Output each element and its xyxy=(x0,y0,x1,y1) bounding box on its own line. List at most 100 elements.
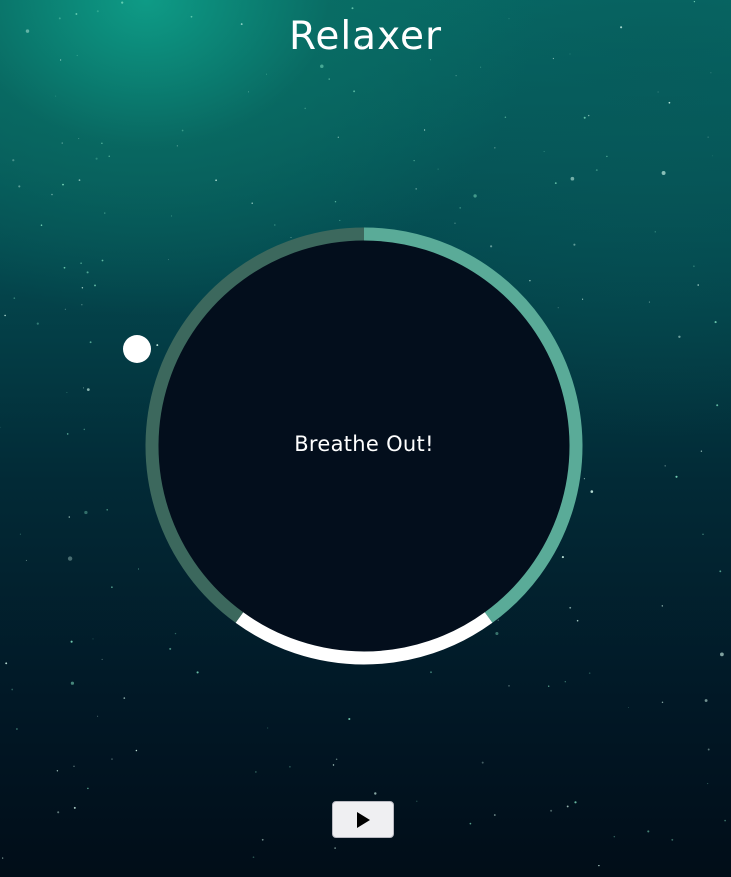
star-speck xyxy=(101,658,103,660)
star-speck xyxy=(251,202,253,204)
star-speck xyxy=(73,806,76,809)
star-speck xyxy=(693,0,696,3)
star-speck xyxy=(267,727,269,729)
star-speck xyxy=(424,129,426,131)
star-speck xyxy=(261,838,264,841)
ring-pointer xyxy=(123,335,151,363)
star-speck xyxy=(25,559,27,561)
star-speck xyxy=(36,322,39,325)
star-speck xyxy=(413,160,415,162)
star-speck xyxy=(415,188,418,190)
play-icon xyxy=(357,812,370,828)
star-speck xyxy=(710,72,712,74)
star-speck xyxy=(590,490,594,493)
star-speck xyxy=(430,671,432,674)
star-speck xyxy=(332,764,335,766)
star-speck xyxy=(4,314,6,317)
star-speck xyxy=(111,758,113,760)
star-speck xyxy=(97,715,99,717)
star-speck xyxy=(339,219,341,221)
star-speck xyxy=(700,450,703,452)
star-speck xyxy=(564,681,566,683)
star-speck xyxy=(96,10,99,13)
star-speck xyxy=(252,856,255,859)
star-speck xyxy=(87,787,89,790)
star-speck xyxy=(351,7,354,10)
star-speck xyxy=(654,231,656,233)
star-speck xyxy=(111,586,113,588)
star-speck xyxy=(707,783,709,785)
star-speck xyxy=(78,179,81,181)
star-speck xyxy=(454,222,456,224)
star-speck xyxy=(473,194,477,198)
star-speck xyxy=(714,321,717,324)
star-speck xyxy=(704,699,708,702)
star-speck xyxy=(304,107,306,110)
star-speck xyxy=(648,301,650,303)
star-speck xyxy=(13,297,16,299)
star-speck xyxy=(55,95,57,97)
star-speck xyxy=(697,284,699,286)
star-speck xyxy=(628,707,629,708)
star-speck xyxy=(70,640,73,643)
star-speck xyxy=(334,201,337,203)
star-speck xyxy=(92,638,94,640)
star-speck xyxy=(68,516,71,518)
star-speck xyxy=(19,533,21,535)
star-speck xyxy=(570,176,575,181)
star-speck xyxy=(481,761,484,764)
star-speck xyxy=(94,284,96,287)
star-speck xyxy=(661,701,664,704)
star-speck xyxy=(335,758,338,760)
star-speck xyxy=(707,748,710,751)
star-speck xyxy=(707,136,709,138)
star-speck xyxy=(95,157,98,160)
star-speck xyxy=(138,568,139,570)
star-speck xyxy=(81,304,83,306)
star-speck xyxy=(657,91,659,93)
star-speck xyxy=(73,765,75,767)
star-speck xyxy=(550,809,553,812)
star-speck xyxy=(106,509,108,511)
star-speck xyxy=(711,155,713,157)
star-speck xyxy=(494,147,496,149)
star-speck xyxy=(265,73,267,75)
star-speck xyxy=(504,116,507,118)
star-speck xyxy=(543,151,545,152)
star-speck xyxy=(566,805,569,808)
star-speck xyxy=(57,811,60,814)
star-speck xyxy=(720,652,724,657)
star-speck xyxy=(469,822,472,825)
star-speck xyxy=(661,171,666,175)
star-speck xyxy=(51,193,53,196)
star-speck xyxy=(719,570,722,573)
star-speck xyxy=(613,835,616,838)
star-speck xyxy=(2,857,4,859)
star-speck xyxy=(664,465,666,467)
play-button[interactable] xyxy=(332,801,394,838)
app-title: Relaxer xyxy=(289,14,442,59)
star-speck xyxy=(334,847,336,849)
star-speck xyxy=(348,717,351,721)
star-speck xyxy=(83,387,84,389)
star-speck xyxy=(480,66,482,68)
star-speck xyxy=(583,478,585,480)
star-speck xyxy=(274,224,276,226)
star-speck xyxy=(353,90,356,93)
star-speck xyxy=(181,129,184,132)
star-speck xyxy=(724,819,726,822)
star-speck xyxy=(67,556,73,561)
star-speck xyxy=(135,749,138,752)
star-speck xyxy=(508,685,510,687)
star-speck xyxy=(18,185,21,188)
star-speck xyxy=(320,64,324,68)
star-speck xyxy=(328,78,330,80)
star-speck xyxy=(429,59,431,61)
star-speck xyxy=(595,169,598,172)
star-speck xyxy=(0,426,1,428)
star-speck xyxy=(78,138,80,140)
star-speck xyxy=(675,475,678,478)
star-speck xyxy=(63,266,66,269)
star-speck xyxy=(671,838,674,841)
breathing-ring: Breathe Out! xyxy=(145,227,583,665)
